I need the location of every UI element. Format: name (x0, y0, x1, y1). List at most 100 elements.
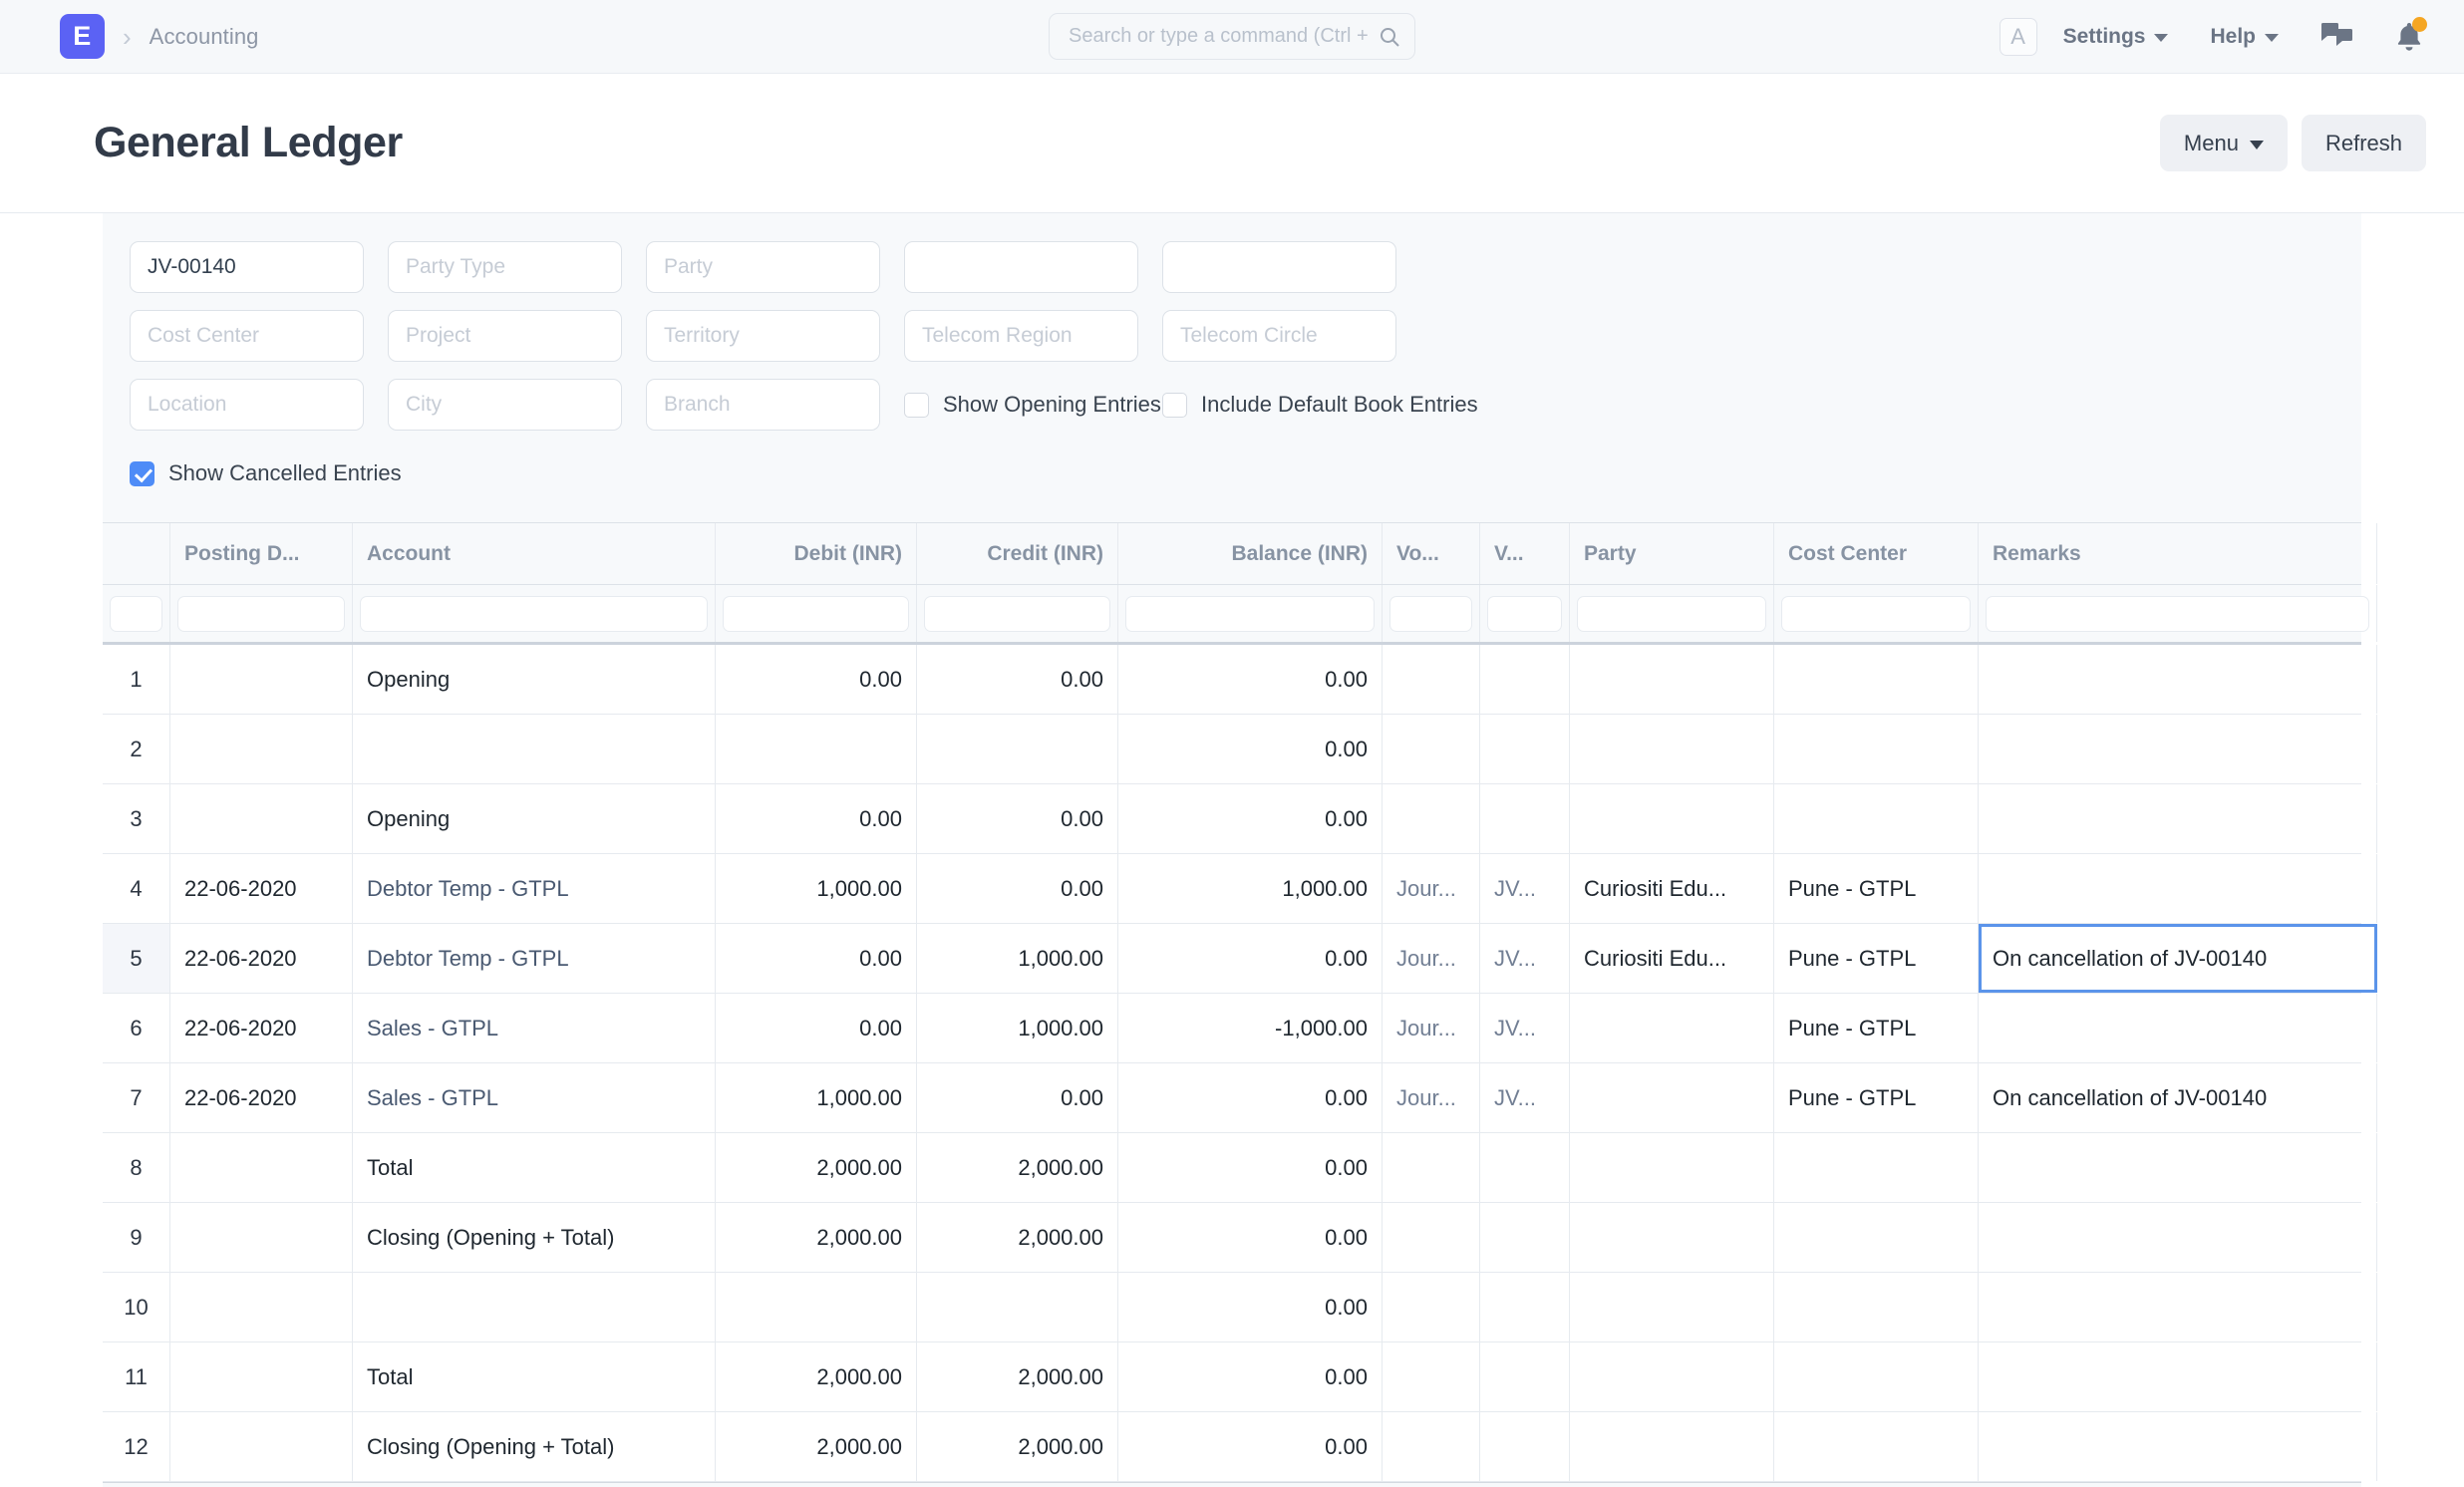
cell-voucher_no[interactable] (1480, 1133, 1570, 1202)
table-row[interactable]: 8Total2,000.002,000.000.00 (103, 1133, 2361, 1203)
cell-idx[interactable]: 5 (103, 924, 170, 993)
cell-remarks[interactable]: On cancellation of JV-00140 (1979, 1063, 2377, 1132)
cell-debit[interactable]: 1,000.00 (716, 1063, 917, 1132)
cell-remarks[interactable] (1979, 854, 2377, 923)
column-header-credit[interactable]: Credit (INR) (917, 523, 1118, 584)
refresh-button[interactable]: Refresh (2302, 115, 2426, 171)
cell-remarks[interactable] (1979, 645, 2377, 714)
column-filter-input-voucher_no[interactable] (1487, 596, 1562, 632)
cell-voucher_no[interactable] (1480, 1203, 1570, 1272)
cell-cost_center[interactable] (1774, 1133, 1979, 1202)
cell-voucher_type[interactable] (1383, 715, 1480, 783)
cell-debit[interactable]: 2,000.00 (716, 1342, 917, 1411)
column-header-remarks[interactable]: Remarks (1979, 523, 2377, 584)
notifications-icon[interactable] (2392, 20, 2426, 54)
cell-balance[interactable]: 0.00 (1118, 1133, 1383, 1202)
cell-idx[interactable]: 10 (103, 1273, 170, 1341)
filter-voucher-no[interactable] (130, 241, 364, 293)
cell-remarks[interactable] (1979, 1273, 2377, 1341)
cell-remarks[interactable] (1979, 994, 2377, 1062)
column-filter-party[interactable] (1570, 585, 1774, 642)
cell-cost_center[interactable] (1774, 1273, 1979, 1341)
cell-debit[interactable]: 2,000.00 (716, 1133, 917, 1202)
cell-posting_date[interactable]: 22-06-2020 (170, 1063, 353, 1132)
table-row[interactable]: 522-06-2020Debtor Temp - GTPL0.001,000.0… (103, 924, 2361, 994)
cell-idx[interactable]: 2 (103, 715, 170, 783)
column-header-balance[interactable]: Balance (INR) (1118, 523, 1383, 584)
cell-remarks[interactable] (1979, 1412, 2377, 1481)
table-row[interactable]: 20.00 (103, 715, 2361, 784)
cell-voucher_no[interactable] (1480, 1412, 1570, 1481)
cell-party[interactable] (1570, 784, 1774, 853)
cell-cost_center[interactable] (1774, 784, 1979, 853)
column-filter-input-debit[interactable] (723, 596, 909, 632)
cell-party[interactable] (1570, 715, 1774, 783)
cell-voucher_no[interactable]: JV... (1480, 994, 1570, 1062)
cell-voucher_type[interactable]: Jour... (1383, 1063, 1480, 1132)
cell-party[interactable] (1570, 1342, 1774, 1411)
cell-credit[interactable]: 2,000.00 (917, 1342, 1118, 1411)
cell-credit[interactable]: 1,000.00 (917, 994, 1118, 1062)
cell-cost_center[interactable] (1774, 645, 1979, 714)
cell-cost_center[interactable]: Pune - GTPL (1774, 924, 1979, 993)
cell-account[interactable]: Sales - GTPL (353, 994, 716, 1062)
cell-voucher_no[interactable]: JV... (1480, 854, 1570, 923)
cell-cost_center[interactable]: Pune - GTPL (1774, 854, 1979, 923)
cell-balance[interactable]: 0.00 (1118, 715, 1383, 783)
column-filter-voucher_type[interactable] (1383, 585, 1480, 642)
column-filter-debit[interactable] (716, 585, 917, 642)
cell-balance[interactable]: 0.00 (1118, 924, 1383, 993)
cell-posting_date[interactable] (170, 1273, 353, 1341)
cell-credit[interactable]: 0.00 (917, 784, 1118, 853)
cell-voucher_type[interactable] (1383, 784, 1480, 853)
cell-voucher_no[interactable]: JV... (1480, 1063, 1570, 1132)
cell-voucher_no[interactable] (1480, 715, 1570, 783)
cell-party[interactable] (1570, 1063, 1774, 1132)
column-filter-input-balance[interactable] (1125, 596, 1375, 632)
cell-debit[interactable]: 0.00 (716, 924, 917, 993)
column-filter-input-account[interactable] (360, 596, 708, 632)
column-filter-balance[interactable] (1118, 585, 1383, 642)
cell-voucher_type[interactable] (1383, 645, 1480, 714)
cell-account[interactable]: Opening (353, 645, 716, 714)
cell-voucher_no[interactable]: JV... (1480, 924, 1570, 993)
table-row[interactable]: 9Closing (Opening + Total)2,000.002,000.… (103, 1203, 2361, 1273)
show-opening-entries-field[interactable]: Show Opening Entries (904, 379, 1138, 431)
include-default-book-entries-checkbox[interactable] (1162, 393, 1187, 418)
table-row[interactable]: 12Closing (Opening + Total)2,000.002,000… (103, 1412, 2361, 1482)
column-filter-remarks[interactable] (1979, 585, 2377, 642)
cell-debit[interactable]: 2,000.00 (716, 1203, 917, 1272)
column-filter-input-party[interactable] (1577, 596, 1766, 632)
column-filter-input-cost_center[interactable] (1781, 596, 1971, 632)
column-header-posting_date[interactable]: Posting D... (170, 523, 353, 584)
column-filter-voucher_no[interactable] (1480, 585, 1570, 642)
column-filter-input-posting_date[interactable] (177, 596, 345, 632)
cell-voucher_type[interactable] (1383, 1273, 1480, 1341)
cell-party[interactable] (1570, 1273, 1774, 1341)
show-cancelled-entries-wrapper[interactable]: Show Cancelled Entries (130, 447, 2361, 499)
cell-idx[interactable]: 1 (103, 645, 170, 714)
filter-telecom-region[interactable] (904, 310, 1138, 362)
column-filter-input-remarks[interactable] (1986, 596, 2369, 632)
cell-debit[interactable] (716, 1273, 917, 1341)
filter-filter-blank-2[interactable] (1162, 241, 1396, 293)
cell-idx[interactable]: 3 (103, 784, 170, 853)
cell-idx[interactable]: 8 (103, 1133, 170, 1202)
cell-remarks[interactable] (1979, 784, 2377, 853)
breadcrumb-accounting[interactable]: Accounting (150, 24, 259, 50)
cell-account[interactable]: Total (353, 1133, 716, 1202)
column-header-debit[interactable]: Debit (INR) (716, 523, 917, 584)
cell-voucher_type[interactable] (1383, 1203, 1480, 1272)
help-menu[interactable]: Help (2210, 25, 2279, 49)
cell-balance[interactable]: -1,000.00 (1118, 994, 1383, 1062)
filter-branch[interactable] (646, 379, 880, 431)
cell-party[interactable] (1570, 645, 1774, 714)
cell-idx[interactable]: 4 (103, 854, 170, 923)
column-filter-credit[interactable] (917, 585, 1118, 642)
show-cancelled-entries-checkbox[interactable] (130, 461, 154, 486)
column-filter-account[interactable] (353, 585, 716, 642)
cell-cost_center[interactable] (1774, 1412, 1979, 1481)
cell-debit[interactable]: 0.00 (716, 645, 917, 714)
cell-party[interactable] (1570, 1203, 1774, 1272)
cell-posting_date[interactable]: 22-06-2020 (170, 854, 353, 923)
